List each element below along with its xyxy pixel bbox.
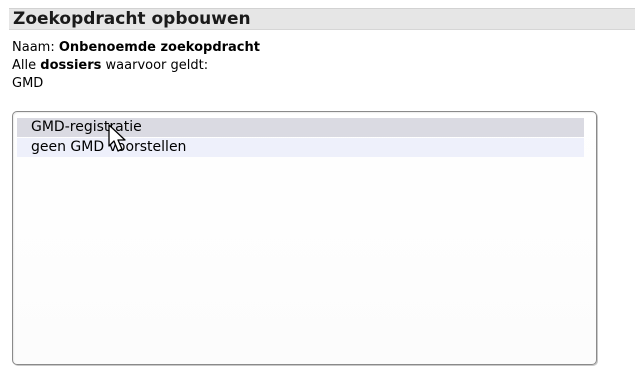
scope-prefix: Alle <box>12 58 37 73</box>
criteria-group-label: GMD <box>12 76 44 91</box>
panel-title: Zoekopdracht opbouwen <box>13 9 251 29</box>
panel-header: Zoekopdracht opbouwen <box>9 8 635 30</box>
query-name-label: Naam: <box>12 40 55 55</box>
query-name-row: Naam: Onbenoemde zoekopdracht <box>12 40 260 56</box>
list-item-geen-gmd-voorstellen[interactable]: geen GMD voorstellen <box>17 138 584 157</box>
query-name-value: Onbenoemde zoekopdracht <box>58 40 260 55</box>
query-scope-row: Alle dossiers waarvoor geldt: <box>12 58 208 74</box>
scope-suffix: waarvoor geldt: <box>105 58 209 73</box>
scope-entity: dossiers <box>40 58 102 73</box>
list-item-gmd-registratie[interactable]: GMD-registratie <box>17 118 584 137</box>
criteria-listbox[interactable]: GMD-registratie geen GMD voorstellen <box>12 111 597 365</box>
